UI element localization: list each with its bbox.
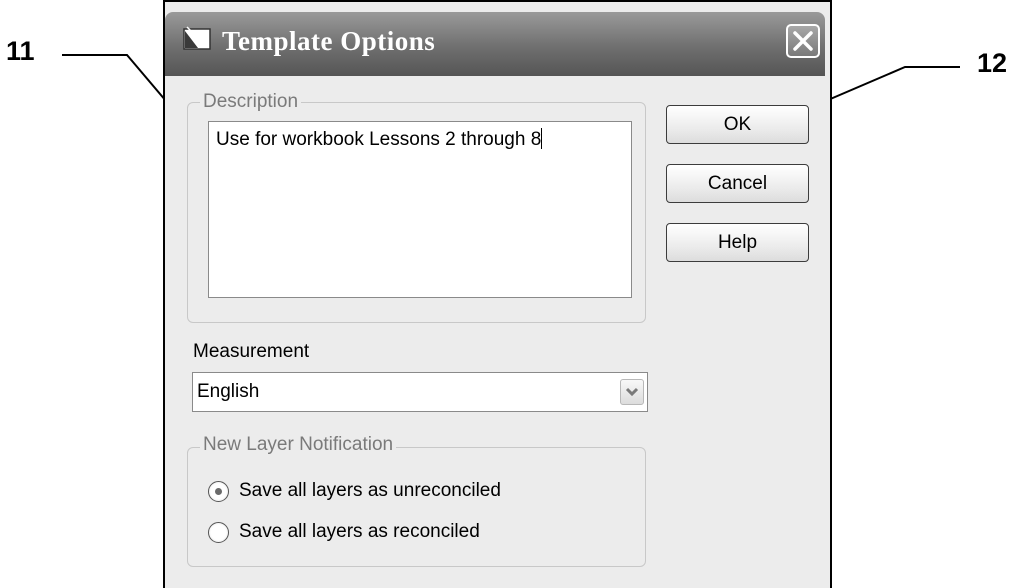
window-title: Template Options (222, 26, 436, 56)
measurement-selected: English (197, 381, 260, 402)
radio-icon[interactable] (208, 522, 229, 543)
description-textarea[interactable]: Use for workbook Lessons 2 through 8 (208, 121, 632, 298)
help-button[interactable]: Help (666, 223, 809, 262)
description-legend: Description (200, 91, 302, 113)
chevron-down-icon (625, 387, 639, 397)
close-icon (793, 31, 813, 51)
app-icon (183, 26, 211, 50)
layer-notification-group (187, 447, 646, 567)
ok-button[interactable]: OK (666, 105, 809, 144)
radio-label-unreconciled: Save all layers as unreconciled (239, 480, 501, 501)
measurement-select[interactable]: English (192, 372, 648, 412)
radio-option-reconciled[interactable]: Save all layers as reconciled (208, 519, 538, 545)
radio-option-unreconciled[interactable]: Save all layers as unreconciled (208, 478, 538, 504)
measurement-label: Measurement (193, 341, 310, 362)
radio-icon[interactable] (208, 481, 229, 502)
dropdown-button[interactable] (620, 379, 644, 405)
close-button[interactable] (786, 24, 820, 58)
description-value: Use for workbook Lessons 2 through 8 (216, 129, 542, 150)
radio-selected-dot (215, 488, 222, 495)
layer-notification-legend: New Layer Notification (200, 434, 397, 456)
text-caret (541, 128, 543, 149)
radio-label-reconciled: Save all layers as reconciled (239, 521, 480, 542)
cancel-button[interactable]: Cancel (666, 164, 809, 203)
